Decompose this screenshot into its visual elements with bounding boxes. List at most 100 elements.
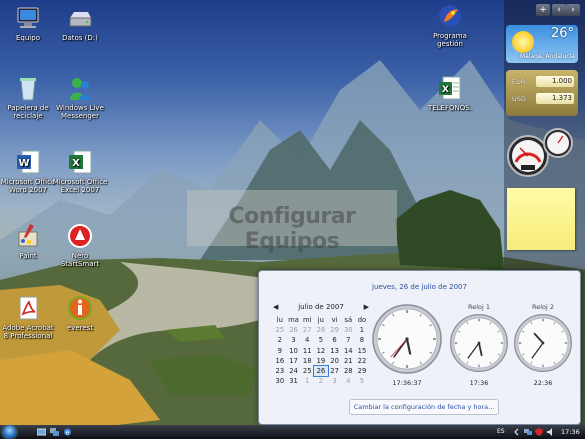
desktop-icon-label: Papelera de reciclaje — [7, 104, 49, 120]
currency-code: USD — [512, 95, 526, 103]
calendar-day[interactable]: 4 — [300, 335, 314, 345]
calendar-day[interactable]: 25 — [300, 366, 314, 376]
clock-main: 17:36:37 — [371, 303, 443, 389]
calendar-day[interactable]: 14 — [341, 346, 355, 356]
watermark: Configurar Equipos — [187, 190, 397, 254]
shield-icon[interactable] — [535, 428, 543, 436]
calendar-day-selected[interactable]: 26 — [313, 364, 329, 378]
calendar-day[interactable]: 29 — [355, 366, 369, 376]
calendar-day[interactable]: 17 — [287, 356, 301, 366]
calendar-month-label[interactable]: julio de 2007 — [298, 303, 344, 311]
weekday-header: mi — [302, 316, 312, 324]
calendar-day[interactable]: 1 — [300, 376, 314, 386]
calendar-day[interactable]: 2 — [273, 335, 287, 345]
clock-label: Reloj 1 — [467, 303, 490, 311]
desktop-icon-label: Equipo — [16, 34, 40, 42]
desktop-icon-nero[interactable]: Nero StartSmart — [52, 222, 108, 268]
calendar-day[interactable]: 18 — [300, 356, 314, 366]
sidebar-prev-button[interactable]: ‹ — [552, 4, 566, 16]
next-month-icon[interactable]: ▶ — [364, 303, 369, 311]
currency-gadget[interactable]: EUR 1.000 USD 1.373 — [506, 70, 578, 116]
desktop-icon-paint[interactable]: Paint — [0, 222, 56, 260]
calendar-day[interactable]: 9 — [273, 346, 287, 356]
weather-gadget[interactable]: 26° Málaga, Andalucía — [506, 25, 578, 63]
cpu-meter-gadget[interactable] — [506, 126, 578, 180]
calendar-day[interactable]: 15 — [355, 346, 369, 356]
start-button[interactable] — [3, 426, 16, 439]
desktop-icon-messenger[interactable]: Windows Live Messenger — [52, 74, 108, 120]
excel-icon: X — [436, 74, 464, 102]
desktop-icon-computer[interactable]: Equipo — [0, 4, 56, 42]
full-date-link[interactable]: jueves, 26 de julio de 2007 — [259, 283, 580, 291]
show-desktop-icon[interactable] — [37, 428, 46, 436]
paint-icon — [14, 222, 42, 250]
svg-text:X: X — [72, 158, 80, 169]
sidebar-next-button[interactable]: › — [566, 4, 580, 16]
calendar-day[interactable]: 19 — [314, 356, 328, 366]
calendar-day[interactable]: 3 — [287, 335, 301, 345]
sticky-note-gadget[interactable] — [507, 188, 575, 250]
calendar-day[interactable]: 4 — [341, 376, 355, 386]
calendar-day[interactable]: 30 — [341, 325, 355, 335]
calendar-day[interactable]: 7 — [341, 335, 355, 345]
calendar-day[interactable]: 12 — [314, 346, 328, 356]
desktop-icon-word[interactable]: W Microsoft Office Word 2007 — [0, 148, 56, 194]
sidebar-add-gadget-button[interactable]: + — [536, 4, 550, 16]
calendar-day[interactable]: 25 — [273, 325, 287, 335]
prev-month-icon[interactable]: ◀ — [273, 303, 278, 311]
calendar-day[interactable]: 28 — [341, 366, 355, 376]
desktop-icon-telefonos[interactable]: X TELEFONOS. — [422, 74, 478, 112]
calendar-day[interactable]: 30 — [273, 376, 287, 386]
desktop-icon-acrobat[interactable]: Adobe Acrobat 8 Professional — [0, 294, 56, 340]
desktop-icon-data-drive[interactable]: Datos (D:) — [52, 4, 108, 42]
calendar-day[interactable]: 23 — [273, 366, 287, 376]
clock-face — [514, 314, 572, 372]
calendar-day[interactable]: 5 — [314, 335, 328, 345]
calendar-day[interactable]: 20 — [328, 356, 342, 366]
calendar-day[interactable]: 5 — [355, 376, 369, 386]
weather-temperature: 26° — [550, 26, 574, 41]
desktop-icon-label: Windows Live Messenger — [56, 104, 104, 120]
switch-windows-icon[interactable] — [50, 428, 59, 436]
calendar-day[interactable]: 27 — [328, 366, 342, 376]
calendar-day[interactable]: 8 — [355, 335, 369, 345]
taskbar-clock[interactable]: 17:36 — [561, 428, 580, 436]
calendar-day[interactable]: 1 — [355, 325, 369, 335]
weather-city: Málaga, Andalucía — [519, 53, 575, 60]
calendar-day[interactable]: 6 — [328, 335, 342, 345]
tray-arrow-icon[interactable] — [513, 428, 521, 436]
currency-value: 1.373 — [536, 93, 574, 104]
language-indicator[interactable]: ES — [497, 428, 505, 435]
recycle-bin-icon — [14, 74, 42, 102]
messenger-icon — [66, 74, 94, 102]
calendar-day[interactable]: 26 — [287, 325, 301, 335]
calendar-day[interactable]: 27 — [300, 325, 314, 335]
calendar-day[interactable]: 10 — [287, 346, 301, 356]
currency-value: 1.000 — [536, 76, 574, 87]
desktop-icon-excel[interactable]: X Microsoft Office Excel 2007 — [52, 148, 108, 194]
desktop-icon-label: Paint — [19, 252, 37, 260]
calendar-day[interactable]: 13 — [328, 346, 342, 356]
change-date-time-settings-link[interactable]: Cambiar la configuración de fecha y hora… — [349, 399, 499, 415]
desktop-icon-programa-gestion[interactable]: Programa gestión — [422, 2, 478, 48]
desktop-icon-everest[interactable]: everest — [52, 294, 108, 332]
volume-icon[interactable] — [547, 428, 555, 436]
currency-code: EUR — [512, 78, 526, 86]
calendar-day[interactable]: 11 — [300, 346, 314, 356]
calendar-day[interactable]: 16 — [273, 356, 287, 366]
calendar-day[interactable]: 21 — [341, 356, 355, 366]
calendar-day[interactable]: 3 — [328, 376, 342, 386]
calendar-day[interactable]: 24 — [287, 366, 301, 376]
calendar-day[interactable]: 28 — [314, 325, 328, 335]
desktop-icon-label: Microsoft Office Excel 2007 — [52, 178, 108, 194]
calendar-header: ◀ julio de 2007 ▶ — [273, 303, 369, 313]
network-icon[interactable] — [524, 428, 532, 436]
calendar-day[interactable]: 29 — [328, 325, 342, 335]
clock-time: 17:36:37 — [392, 379, 422, 387]
calendar-day[interactable]: 2 — [314, 376, 328, 386]
desktop-icon-recycle-bin[interactable]: Papelera de reciclaje — [0, 74, 56, 120]
svg-text:W: W — [18, 158, 29, 169]
calendar-day[interactable]: 31 — [287, 376, 301, 386]
internet-explorer-icon[interactable]: e — [63, 428, 72, 436]
calendar-day[interactable]: 22 — [355, 356, 369, 366]
